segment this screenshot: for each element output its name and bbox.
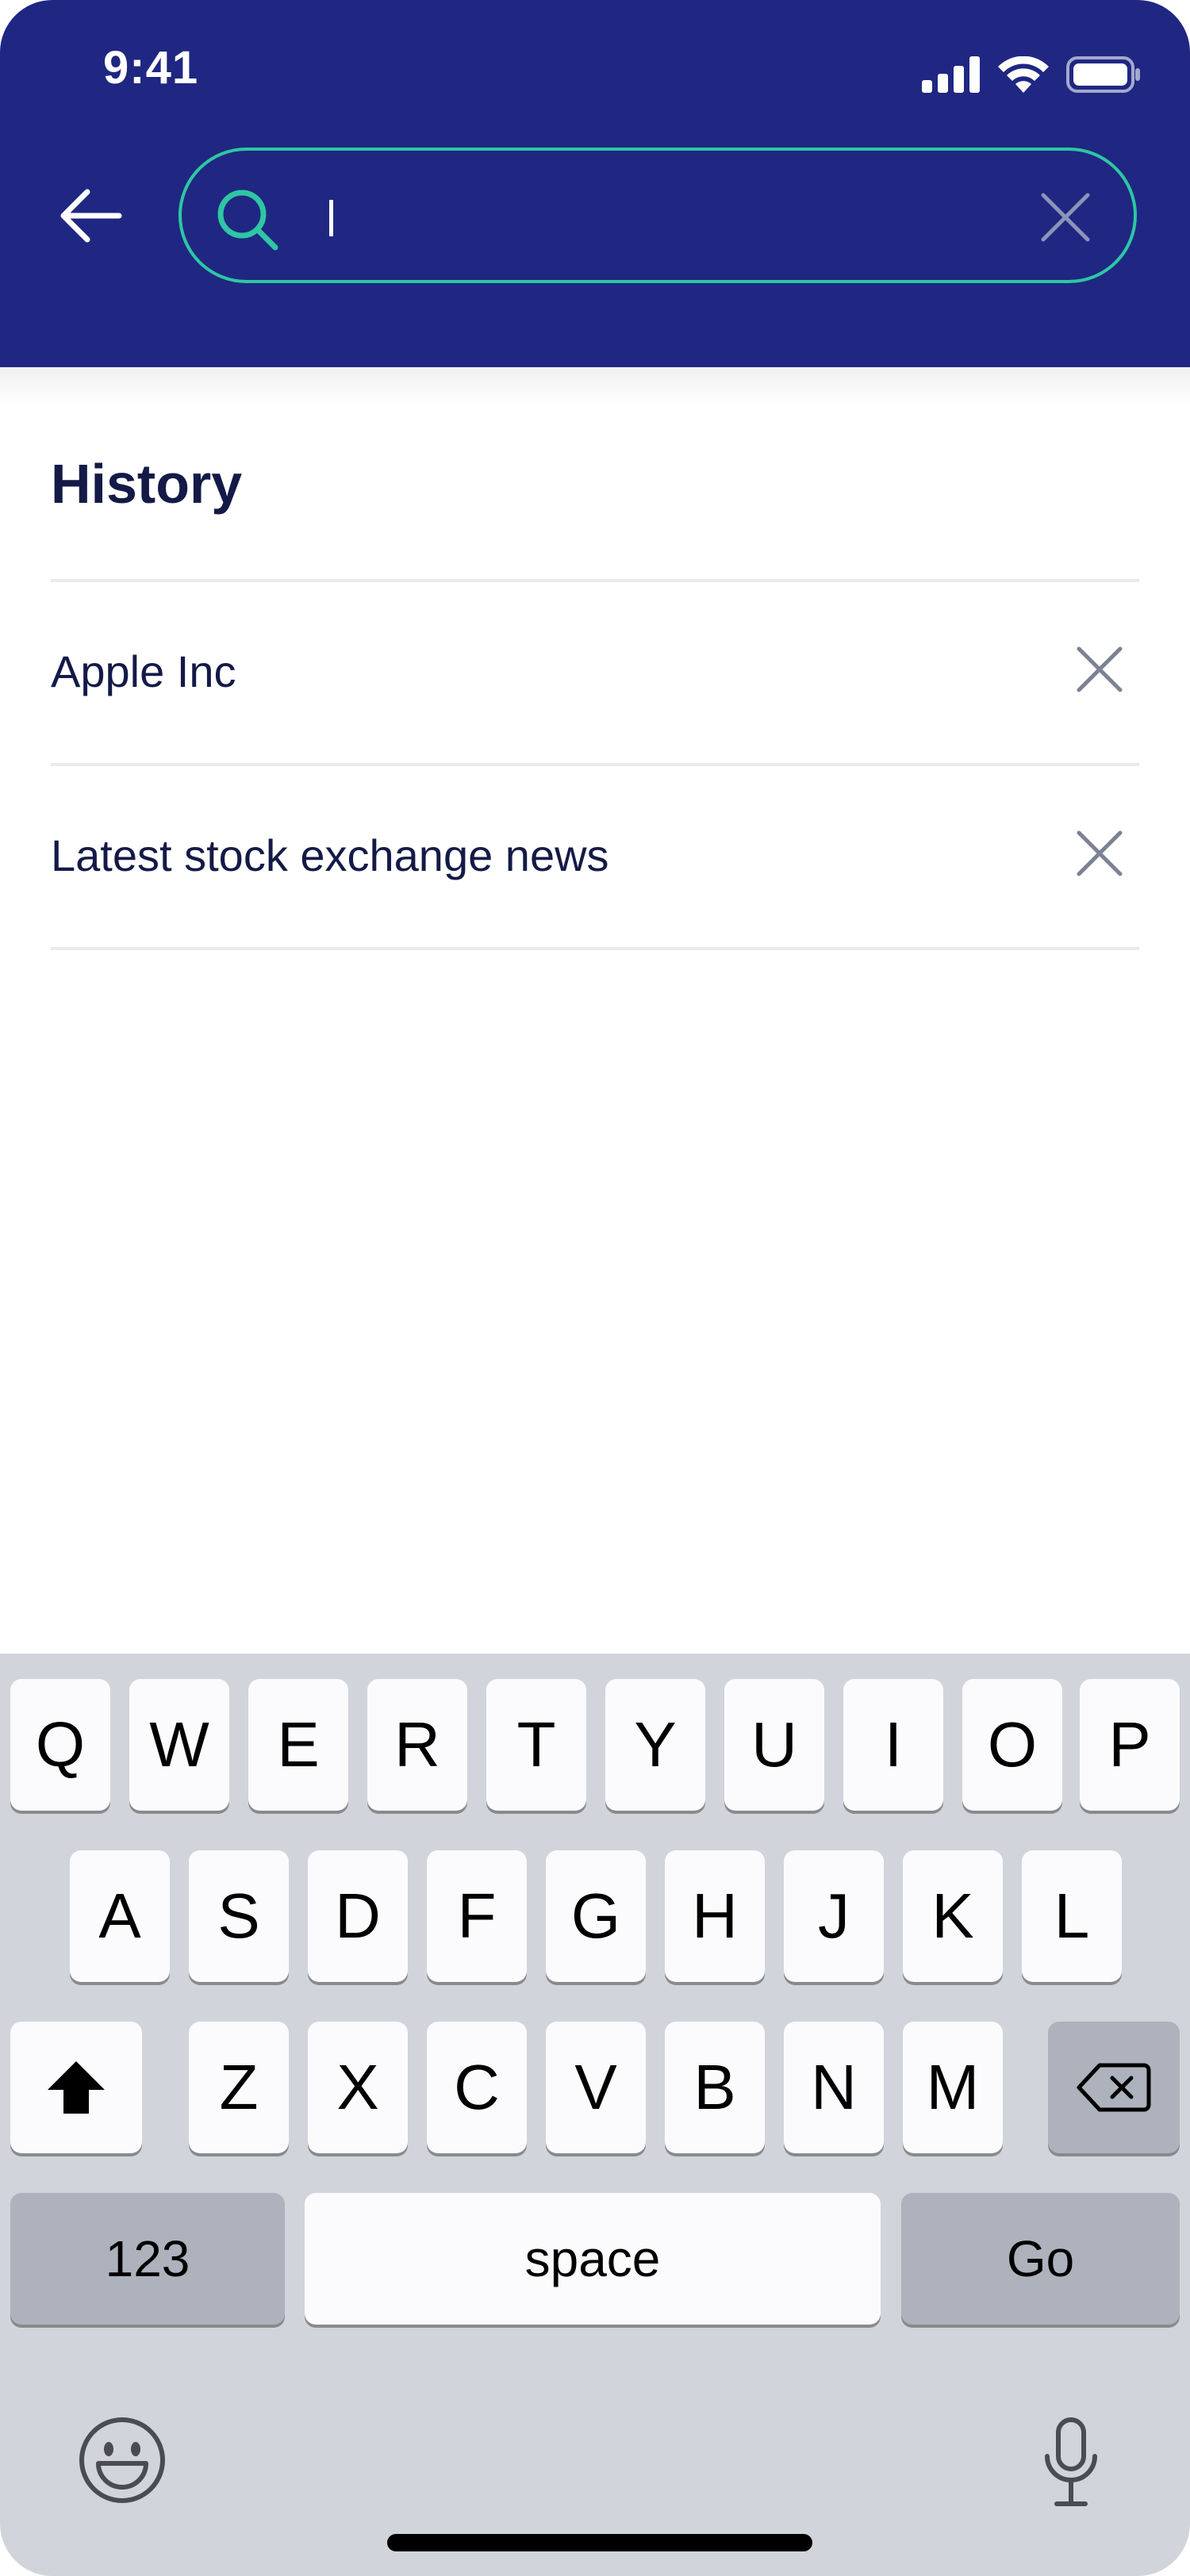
status-bar: 9:41 bbox=[0, 0, 1190, 143]
numbers-key[interactable]: 123 bbox=[10, 2193, 285, 2325]
text-cursor bbox=[329, 200, 333, 236]
key-e[interactable]: E bbox=[248, 1679, 348, 1811]
key-z[interactable]: Z bbox=[189, 2022, 289, 2153]
microphone-icon[interactable] bbox=[1039, 2415, 1103, 2510]
key-o[interactable]: O bbox=[962, 1679, 1062, 1811]
key-t[interactable]: T bbox=[486, 1679, 586, 1811]
remove-history-icon[interactable] bbox=[1068, 822, 1131, 885]
key-a[interactable]: A bbox=[70, 1850, 170, 1982]
key-g[interactable]: G bbox=[546, 1850, 646, 1982]
history-item[interactable]: Apple Inc bbox=[51, 582, 1139, 763]
space-key[interactable]: space bbox=[305, 2193, 881, 2325]
status-icons bbox=[922, 51, 1141, 98]
history-item[interactable]: Latest stock exchange news bbox=[51, 766, 1139, 947]
clear-search-icon[interactable] bbox=[1037, 189, 1094, 246]
key-w[interactable]: W bbox=[129, 1679, 229, 1811]
phone-screen: 9:41 History Apple Inc Latest stock exch… bbox=[0, 0, 1190, 2576]
keyboard: Q W E R T Y U I O P A S D F G H J K L Z … bbox=[0, 1654, 1190, 2576]
app-header: 9:41 bbox=[0, 0, 1190, 367]
key-f[interactable]: F bbox=[427, 1850, 527, 1982]
search-icon bbox=[217, 190, 278, 251]
key-b[interactable]: B bbox=[665, 2022, 765, 2153]
key-d[interactable]: D bbox=[308, 1850, 408, 1982]
history-title: History bbox=[51, 453, 243, 515]
key-r[interactable]: R bbox=[367, 1679, 467, 1811]
key-k[interactable]: K bbox=[903, 1850, 1003, 1982]
home-indicator bbox=[387, 2534, 812, 2551]
key-i[interactable]: I bbox=[843, 1679, 943, 1811]
search-input[interactable] bbox=[348, 178, 1002, 259]
back-button[interactable] bbox=[51, 176, 130, 255]
battery-icon bbox=[1066, 56, 1140, 93]
key-l[interactable]: L bbox=[1022, 1850, 1122, 1982]
remove-history-icon[interactable] bbox=[1068, 638, 1131, 701]
status-time: 9:41 bbox=[103, 42, 199, 94]
key-h[interactable]: H bbox=[665, 1850, 765, 1982]
search-box[interactable] bbox=[178, 148, 1137, 283]
arrow-left-icon bbox=[60, 189, 122, 243]
divider bbox=[51, 947, 1139, 950]
key-q[interactable]: Q bbox=[10, 1679, 110, 1811]
wifi-icon bbox=[998, 56, 1049, 93]
header-shadow bbox=[0, 367, 1190, 407]
history-item-label: Apple Inc bbox=[51, 646, 236, 696]
key-c[interactable]: C bbox=[427, 2022, 527, 2153]
emoji-icon[interactable] bbox=[76, 2414, 168, 2506]
shift-key[interactable] bbox=[10, 2022, 142, 2153]
key-j[interactable]: J bbox=[784, 1850, 884, 1982]
history-item-label: Latest stock exchange news bbox=[51, 830, 609, 880]
go-key[interactable]: Go bbox=[901, 2193, 1180, 2325]
key-y[interactable]: Y bbox=[605, 1679, 705, 1811]
key-x[interactable]: X bbox=[308, 2022, 408, 2153]
cellular-signal-icon bbox=[922, 56, 980, 93]
shift-icon bbox=[48, 2061, 105, 2114]
key-p[interactable]: P bbox=[1080, 1679, 1180, 1811]
key-s[interactable]: S bbox=[189, 1850, 289, 1982]
key-n[interactable]: N bbox=[784, 2022, 884, 2153]
key-v[interactable]: V bbox=[546, 2022, 646, 2153]
key-m[interactable]: M bbox=[903, 2022, 1003, 2153]
key-u[interactable]: U bbox=[724, 1679, 824, 1811]
backspace-icon bbox=[1077, 2063, 1151, 2112]
backspace-key[interactable] bbox=[1048, 2022, 1180, 2153]
